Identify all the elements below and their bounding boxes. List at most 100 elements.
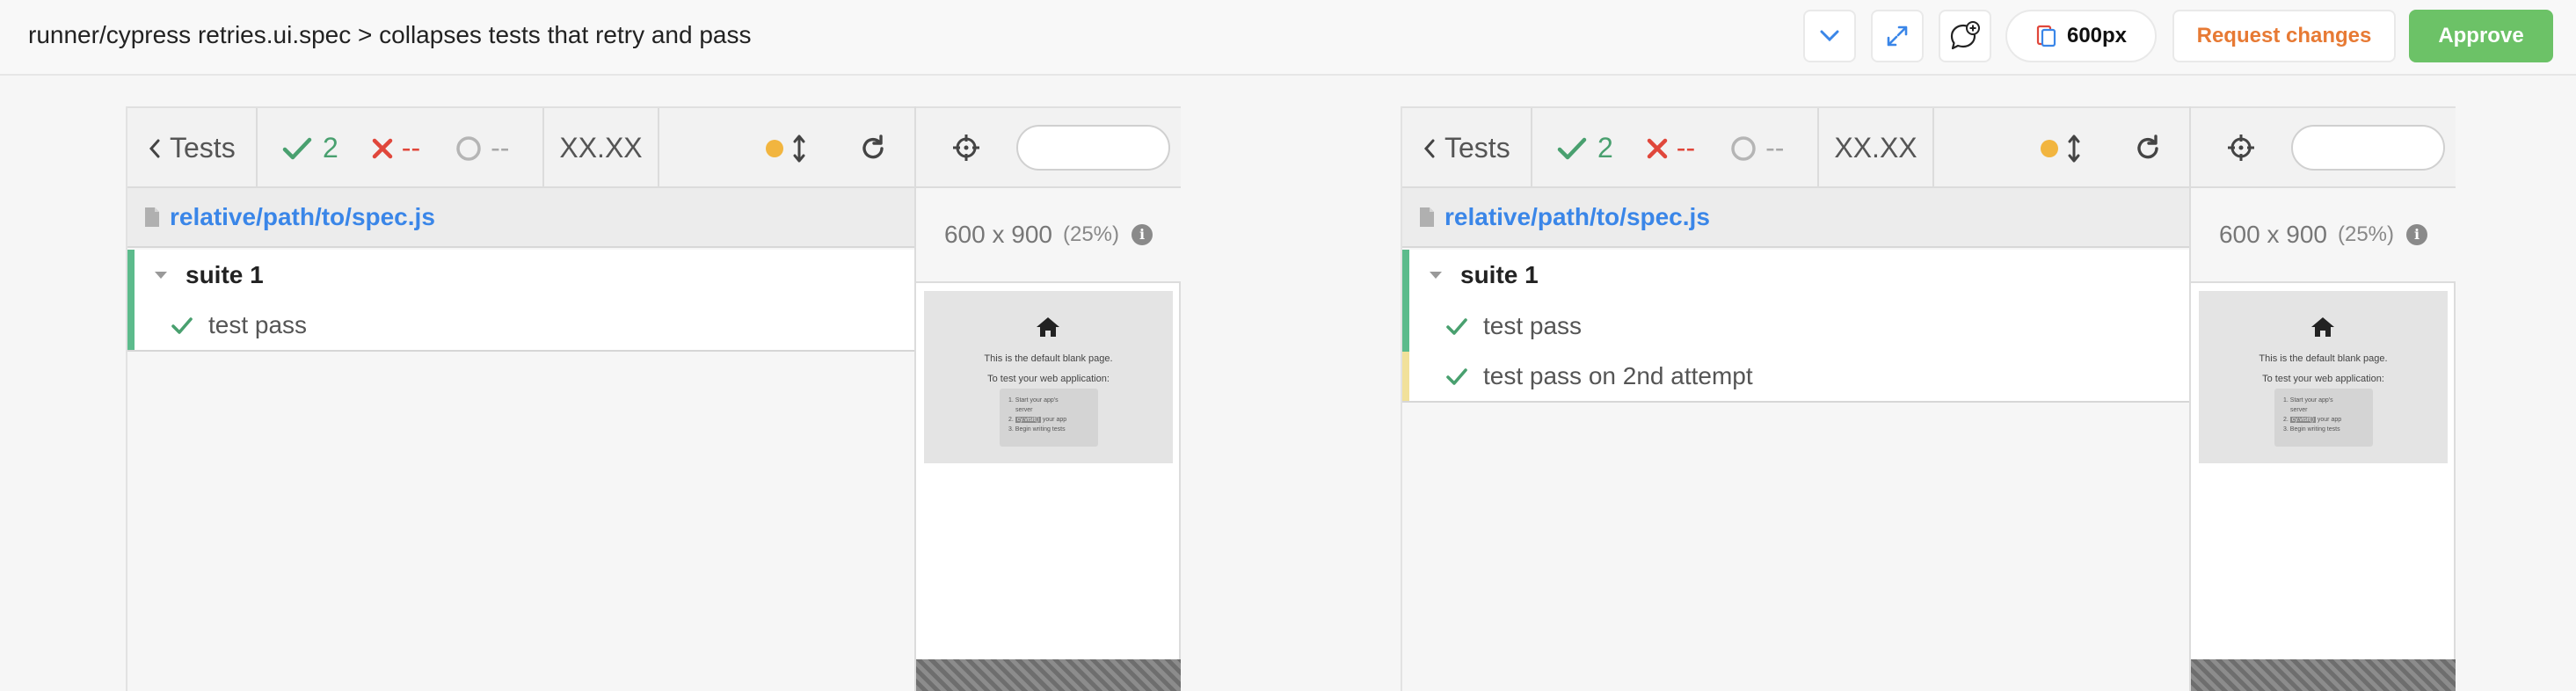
step-1-cont: server	[1015, 407, 1033, 413]
blank-page-subtitle: To test your web application:	[987, 374, 1110, 384]
suite-row[interactable]: suite 1	[1402, 250, 2191, 352]
suite-name: suite 1	[1460, 261, 1539, 288]
info-icon[interactable]: i	[1132, 224, 1153, 245]
preview-toolbar	[2191, 106, 2456, 188]
toolbar-controls	[1934, 108, 2191, 188]
collapse-toggle-button[interactable]	[1803, 10, 1856, 62]
test-name: test pass	[208, 311, 308, 338]
test-status-bar	[127, 301, 135, 350]
step-2-code: cy.visit()	[2289, 417, 2316, 423]
step-2: 2. cy.visit() your app	[2283, 417, 2342, 423]
reload-icon[interactable]	[858, 134, 888, 164]
check-icon	[171, 317, 193, 334]
aut-frame: This is the default blank page. To test …	[2199, 291, 2448, 463]
running-dot-icon	[766, 140, 783, 157]
snapshot-after: Tests 2 -- -- XX.XX relative/path/to/spe…	[1401, 106, 2456, 691]
test-row[interactable]: test pass	[1402, 301, 2191, 352]
test-row[interactable]: test pass on 2nd attempt	[1402, 352, 2191, 403]
url-input[interactable]	[2291, 125, 2445, 171]
tests-back-button[interactable]: Tests	[1402, 108, 1532, 188]
failed-count: --	[401, 132, 421, 164]
tests-back-button[interactable]: Tests	[127, 108, 258, 188]
blank-page-title: This is the default blank page.	[2259, 353, 2388, 364]
spec-file-bar: relative/path/to/spec.js	[127, 188, 916, 248]
url-input[interactable]	[1016, 125, 1170, 171]
check-icon	[1446, 368, 1467, 385]
x-icon	[1647, 138, 1668, 158]
expand-icon	[1887, 25, 1908, 47]
top-header: runner/cypress retries.ui.spec > collaps…	[0, 0, 2576, 76]
viewport-icon	[2036, 25, 2056, 47]
passed-count: 2	[1597, 132, 1613, 164]
step-2-code: cy.visit()	[1015, 417, 1041, 423]
viewport-width-button[interactable]: 600px	[2005, 10, 2157, 62]
chevron-left-icon	[149, 139, 160, 157]
preview-overflow-hatch	[916, 659, 1181, 691]
reload-icon[interactable]	[2133, 134, 2163, 164]
check-icon	[1446, 318, 1467, 335]
home-icon	[2311, 317, 2334, 337]
app-preview-pane: 600 x 900 (25%) i This is the default bl…	[914, 106, 1181, 691]
spec-file-bar: relative/path/to/spec.js	[1402, 188, 2191, 248]
approve-button[interactable]: Approve	[2409, 10, 2553, 62]
test-row[interactable]: test pass	[127, 301, 916, 352]
viewport-scale: (25%)	[2337, 222, 2395, 246]
reporter-toolbar: Tests 2 -- -- XX.XX	[1402, 106, 2191, 188]
suite-name: suite 1	[186, 261, 264, 288]
viewport-size-bar: 600 x 900 (25%) i	[916, 188, 1181, 283]
viewport-size: 600 x 900	[2218, 221, 2327, 248]
viewport-size-bar: 600 x 900 (25%) i	[2191, 188, 2456, 283]
preview-overflow-hatch	[2191, 659, 2456, 691]
add-comment-button[interactable]	[1939, 10, 1991, 62]
expand-button[interactable]	[1871, 10, 1924, 62]
file-icon	[145, 207, 159, 227]
check-icon	[282, 137, 312, 159]
pending-count: --	[491, 132, 510, 164]
viewport-scale: (25%)	[1062, 222, 1120, 246]
chevron-down-icon	[1820, 30, 1839, 42]
comment-add-icon	[1950, 21, 1980, 50]
suite-row[interactable]: suite 1	[127, 250, 916, 352]
viewport-size: 600 x 900	[943, 221, 1052, 248]
tests-back-label: Tests	[1444, 132, 1510, 164]
preview-toolbar	[916, 106, 1181, 188]
pending-circle-icon	[456, 135, 481, 161]
home-icon	[1037, 317, 1059, 337]
blank-page-subtitle: To test your web application:	[2262, 374, 2384, 384]
step-2: 2. cy.visit() your app	[1008, 417, 1067, 423]
duration: XX.XX	[544, 108, 659, 188]
spec-path-link[interactable]: relative/path/to/spec.js	[170, 203, 435, 231]
crosshair-icon[interactable]	[2226, 133, 2256, 163]
spec-path-link[interactable]: relative/path/to/spec.js	[1444, 203, 1710, 231]
aut-frame: This is the default blank page. To test …	[924, 291, 1173, 463]
reporter-pane: Tests 2 -- -- XX.XX relative/path/to/spe…	[126, 106, 916, 691]
pending-circle-icon	[1731, 135, 1756, 161]
step-1: 1. Start your app's	[1008, 397, 1059, 404]
step-1-cont: server	[2290, 407, 2308, 413]
file-icon	[1420, 207, 1434, 227]
step-1: 1. Start your app's	[2283, 397, 2333, 404]
resize-vertical-icon[interactable]	[2067, 134, 2081, 164]
reporter-toolbar: Tests 2 -- -- XX.XX	[127, 106, 916, 188]
x-icon	[372, 138, 393, 158]
crosshair-icon[interactable]	[951, 133, 981, 163]
tests-back-label: Tests	[170, 132, 236, 164]
snapshot-before: Tests 2 -- -- XX.XX relative/path/to/spe…	[126, 106, 1181, 691]
resize-vertical-icon[interactable]	[792, 134, 806, 164]
blank-page-title: This is the default blank page.	[984, 353, 1113, 364]
viewport-width-label: 600px	[2066, 24, 2128, 47]
caret-down-icon	[1430, 272, 1442, 279]
info-icon[interactable]: i	[2406, 224, 2428, 245]
step-3: 3. Begin writing tests	[2283, 426, 2340, 433]
test-name: test pass on 2nd attempt	[1483, 362, 1753, 389]
chevron-left-icon	[1423, 139, 1435, 157]
caret-down-icon	[155, 272, 167, 279]
reporter-pane: Tests 2 -- -- XX.XX relative/path/to/spe…	[1401, 106, 2191, 691]
step-3: 3. Begin writing tests	[1008, 426, 1066, 433]
stats-group: 2 -- --	[1532, 108, 1819, 188]
toolbar-controls	[659, 108, 916, 188]
test-status-bar	[1402, 301, 1409, 352]
pending-count: --	[1765, 132, 1785, 164]
request-changes-button[interactable]: Request changes	[2172, 10, 2396, 62]
passed-count: 2	[323, 132, 338, 164]
